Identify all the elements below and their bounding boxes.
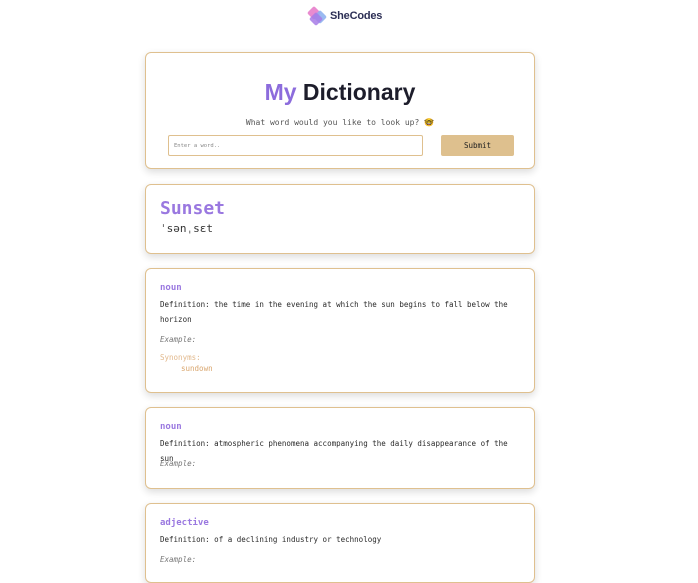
logo-text: SheCodes (330, 10, 383, 22)
title-main: Dictionary (302, 79, 416, 105)
example-label: Example: (160, 335, 197, 344)
definition-text: Definition: of a declining industry or t… (160, 535, 382, 544)
search-prompt: What word would you like to look up? 🤓 (245, 118, 435, 127)
meaning-card: noun Definition: atmospheric phenomena a… (145, 407, 535, 489)
example-label: Example: (160, 555, 197, 564)
page-title: My Dictionary (146, 79, 534, 106)
word-card: Sunset ˈsənˌsɛt (145, 184, 535, 254)
title-accent: My (264, 79, 297, 105)
synonyms-label: Synonyms: (160, 353, 201, 362)
part-of-speech: adjective (160, 518, 209, 528)
word-heading: Sunset (160, 198, 226, 219)
meaning-card: noun Definition: the time in the evening… (145, 268, 535, 393)
definition-text: Definition: the time in the evening at w… (160, 300, 508, 324)
part-of-speech: noun (160, 422, 182, 432)
synonym-item: sundown (181, 364, 213, 373)
search-card: My Dictionary What word would you like t… (145, 52, 535, 169)
part-of-speech: noun (160, 283, 182, 293)
shecodes-logo[interactable]: SheCodes (306, 5, 383, 27)
phonetic-text: ˈsənˌsɛt (160, 222, 213, 235)
submit-button[interactable]: Submit (441, 135, 514, 156)
meaning-card: adjective Definition: of a declining ind… (145, 503, 535, 583)
search-input[interactable] (168, 135, 423, 156)
definition-text: Definition: atmospheric phenomena accomp… (160, 439, 508, 463)
shecodes-logo-icon (306, 5, 328, 27)
example-label: Example: (160, 459, 197, 468)
